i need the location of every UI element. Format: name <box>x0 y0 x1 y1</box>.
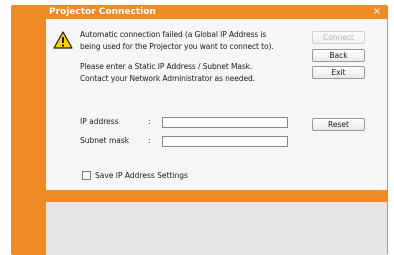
window-title: Projector Connection <box>49 7 156 17</box>
message-line-4: Contact your Network Administrator as ne… <box>80 74 255 83</box>
projector-connection-window: Projector Connection × Automatic connect… <box>11 5 388 255</box>
message-line-1: Automatic connection failed (a Global IP… <box>80 30 267 39</box>
subnet-mask-label: Subnet mask <box>80 136 130 145</box>
save-ip-settings-checkbox[interactable] <box>82 171 91 180</box>
save-ip-settings-label[interactable]: Save IP Address Settings <box>95 170 188 181</box>
exit-button[interactable]: Exit <box>312 66 365 79</box>
ip-address-label: IP address <box>80 117 119 126</box>
connect-button[interactable]: Connect <box>312 31 365 44</box>
subnet-mask-input[interactable] <box>162 136 288 147</box>
ip-address-input[interactable] <box>162 117 288 128</box>
dialog-panel: Automatic connection failed (a Global IP… <box>46 19 387 190</box>
ip-address-colon: : <box>148 117 151 126</box>
close-icon[interactable]: × <box>372 6 382 17</box>
back-button[interactable]: Back <box>312 49 365 62</box>
message-line-3: Please enter a Static IP Address / Subne… <box>80 62 253 71</box>
subnet-mask-colon: : <box>148 136 151 145</box>
lower-panel <box>46 202 387 255</box>
title-bar[interactable]: Projector Connection × <box>11 5 388 19</box>
warning-icon <box>53 31 73 49</box>
message-line-2: being used for the Projector you want to… <box>80 42 274 51</box>
reset-button[interactable]: Reset <box>312 118 365 131</box>
